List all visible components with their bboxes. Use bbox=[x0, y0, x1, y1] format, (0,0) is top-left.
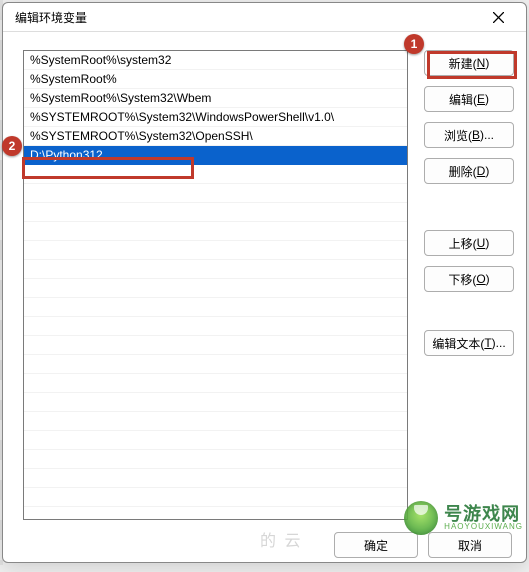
list-item-empty[interactable] bbox=[24, 184, 407, 203]
list-item[interactable]: D:\Python312 bbox=[24, 146, 407, 165]
btn-label: 删除( bbox=[449, 163, 477, 180]
list-item-empty[interactable] bbox=[24, 412, 407, 431]
edit-button[interactable]: 编辑(E) bbox=[424, 86, 514, 112]
side-buttons: 新建(N) 编辑(E) 浏览(B)... 删除(D) 上移(U) 下移(O) 编… bbox=[424, 50, 514, 520]
list-item-empty[interactable] bbox=[24, 450, 407, 469]
new-button[interactable]: 新建(N) bbox=[424, 50, 514, 76]
btn-label: 上移( bbox=[449, 235, 477, 252]
btn-label: 编辑( bbox=[449, 91, 477, 108]
hotkey: B bbox=[472, 128, 480, 142]
list-item-empty[interactable] bbox=[24, 165, 407, 184]
callout-2: 2 bbox=[2, 136, 22, 156]
list-item-empty[interactable] bbox=[24, 393, 407, 412]
list-item[interactable]: %SystemRoot%\system32 bbox=[24, 51, 407, 70]
path-listbox[interactable]: %SystemRoot%\system32%SystemRoot%%System… bbox=[23, 50, 408, 520]
list-item-empty[interactable] bbox=[24, 336, 407, 355]
btn-suffix: )... bbox=[492, 336, 506, 350]
btn-suffix: ) bbox=[486, 272, 490, 286]
delete-button[interactable]: 删除(D) bbox=[424, 158, 514, 184]
btn-suffix: ) bbox=[485, 164, 489, 178]
btn-suffix: ) bbox=[485, 92, 489, 106]
window-title: 编辑环境变量 bbox=[15, 9, 87, 26]
list-item-empty[interactable] bbox=[24, 298, 407, 317]
btn-suffix: )... bbox=[480, 128, 494, 142]
btn-label: 下移( bbox=[448, 271, 476, 288]
hotkey: E bbox=[477, 92, 485, 106]
list-item[interactable]: %SystemRoot% bbox=[24, 70, 407, 89]
hotkey: T bbox=[484, 336, 491, 350]
list-item-empty[interactable] bbox=[24, 260, 407, 279]
list-item-empty[interactable] bbox=[24, 317, 407, 336]
cancel-button[interactable]: 取消 bbox=[428, 532, 512, 558]
browse-button[interactable]: 浏览(B)... bbox=[424, 122, 514, 148]
callout-1: 1 bbox=[404, 34, 424, 54]
titlebar: 编辑环境变量 bbox=[3, 3, 526, 32]
ok-button[interactable]: 确定 bbox=[334, 532, 418, 558]
list-item-empty[interactable] bbox=[24, 279, 407, 298]
hotkey: D bbox=[477, 164, 486, 178]
dialog-footer: 确定 取消 bbox=[3, 532, 526, 572]
btn-label: 新建( bbox=[449, 55, 477, 72]
list-item-empty[interactable] bbox=[24, 222, 407, 241]
btn-suffix: ) bbox=[485, 236, 489, 250]
close-button[interactable] bbox=[478, 3, 518, 31]
btn-label: 编辑文本( bbox=[432, 335, 484, 352]
moveup-button[interactable]: 上移(U) bbox=[424, 230, 514, 256]
movedown-button[interactable]: 下移(O) bbox=[424, 266, 514, 292]
hotkey: O bbox=[476, 272, 485, 286]
list-item[interactable]: %SystemRoot%\System32\Wbem bbox=[24, 89, 407, 108]
dialog-body: %SystemRoot%\system32%SystemRoot%%System… bbox=[3, 32, 526, 532]
hotkey: U bbox=[477, 236, 486, 250]
hotkey: N bbox=[477, 56, 486, 70]
btn-suffix: ) bbox=[485, 56, 489, 70]
list-item-empty[interactable] bbox=[24, 469, 407, 488]
close-icon bbox=[493, 12, 504, 23]
list-item-empty[interactable] bbox=[24, 355, 407, 374]
env-var-dialog: 编辑环境变量 %SystemRoot%\system32%SystemRoot%… bbox=[2, 2, 527, 563]
list-item-empty[interactable] bbox=[24, 431, 407, 450]
list-item-empty[interactable] bbox=[24, 241, 407, 260]
list-item[interactable]: %SYSTEMROOT%\System32\WindowsPowerShell\… bbox=[24, 108, 407, 127]
btn-label: 浏览( bbox=[444, 127, 472, 144]
list-item-empty[interactable] bbox=[24, 488, 407, 507]
list-item-empty[interactable] bbox=[24, 374, 407, 393]
list-item-empty[interactable] bbox=[24, 203, 407, 222]
list-item[interactable]: %SYSTEMROOT%\System32\OpenSSH\ bbox=[24, 127, 407, 146]
edittext-button[interactable]: 编辑文本(T)... bbox=[424, 330, 514, 356]
